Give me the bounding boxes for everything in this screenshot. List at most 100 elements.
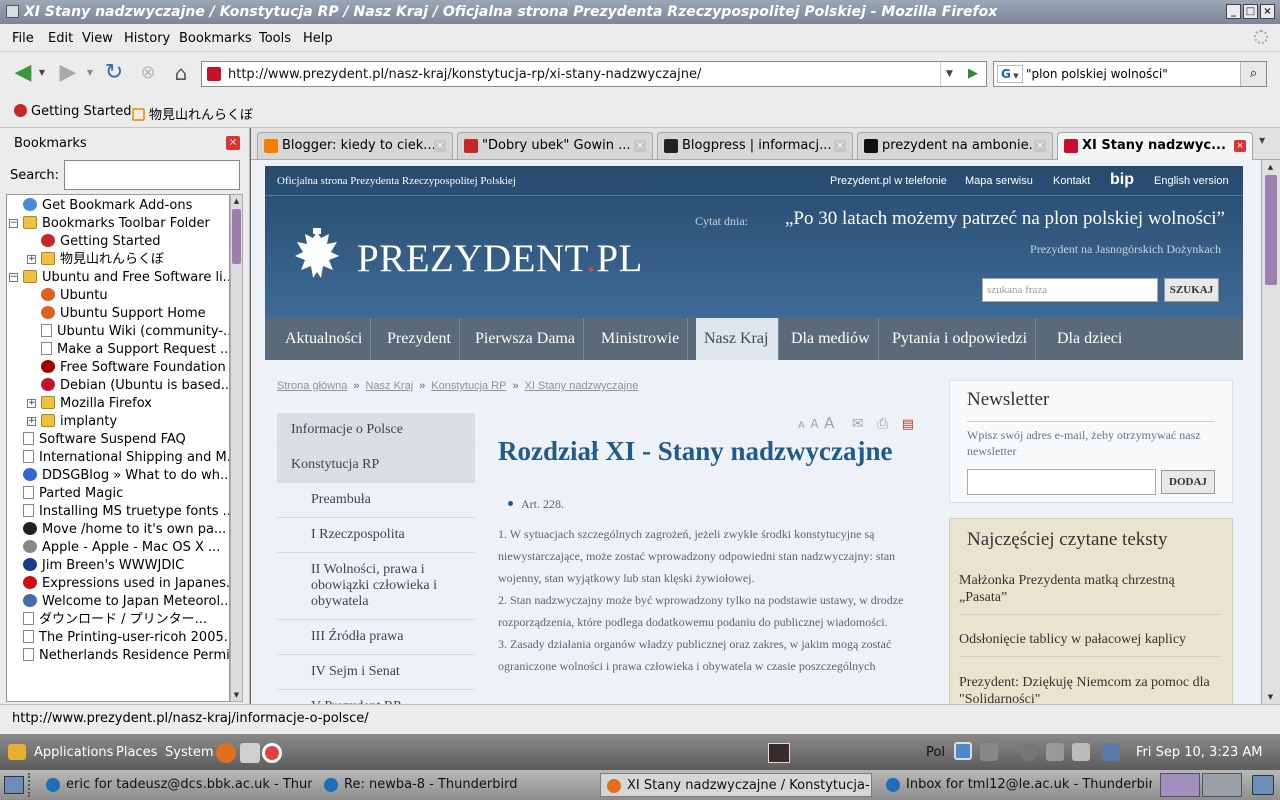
nav-aktualnosci[interactable]: Aktualności bbox=[265, 318, 372, 360]
show-desktop-icon[interactable] bbox=[4, 776, 24, 794]
bookmark-tree-item[interactable]: Move /home to it's own pa... bbox=[23, 521, 226, 539]
bookmark-tree-item[interactable]: Free Software Foundation bbox=[41, 359, 226, 377]
link-contact[interactable]: Kontakt bbox=[1053, 175, 1090, 187]
maximize-icon[interactable]: □ bbox=[1243, 4, 1258, 19]
bookmark-tree-item[interactable]: Get Bookmark Add-ons bbox=[23, 197, 192, 215]
printer-tray-icon[interactable] bbox=[1046, 743, 1064, 761]
screenshot-applet-icon[interactable] bbox=[768, 743, 790, 763]
tab-close-icon[interactable]: × bbox=[634, 140, 646, 152]
keyboard-layout[interactable]: Pol bbox=[926, 745, 945, 760]
task-firefox[interactable]: XI Stany nadzwyczajne / Konstytucja- bbox=[600, 773, 872, 797]
clock[interactable]: Fri Sep 10, 3:23 AM bbox=[1136, 745, 1263, 760]
menu-bookmarks[interactable]: Bookmarks bbox=[179, 31, 252, 46]
print-icon[interactable]: ⎙ bbox=[877, 416, 888, 432]
link-mobile[interactable]: Prezydent.pl w telefonie bbox=[830, 175, 947, 187]
site-search-button[interactable]: SZUKAJ bbox=[1164, 278, 1219, 302]
bookmark-tree-item[interactable]: The Printing-user-ricoh 2005... bbox=[23, 629, 229, 647]
back-button[interactable]: ◀ bbox=[10, 60, 36, 86]
bookmark-tree-item[interactable]: Ubuntu and Free Software li... bbox=[23, 269, 229, 287]
bookmark-tree-item[interactable]: Expressions used in Japanes... bbox=[23, 575, 229, 593]
menu-places[interactable]: Places bbox=[116, 745, 157, 760]
bookmark-getting-started[interactable]: Getting Started bbox=[14, 104, 132, 119]
scroll-down-icon[interactable]: ▼ bbox=[1266, 692, 1275, 702]
menu-tools[interactable]: Tools bbox=[259, 31, 291, 46]
scroll-down-icon[interactable]: ▼ bbox=[232, 690, 241, 700]
stop-button[interactable]: ⊗ bbox=[135, 60, 161, 86]
bookmark-tree-item[interactable]: Software Suspend FAQ bbox=[23, 431, 186, 449]
section-nav-konstytucja[interactable]: Konstytucja RP bbox=[277, 448, 475, 483]
task-thunderbird-newba[interactable]: Re: newba-8 - Thunderbird bbox=[318, 773, 590, 797]
breadcrumb-konstytucja[interactable]: Konstytucja RP bbox=[431, 380, 506, 392]
tab-list-chevron-icon[interactable]: ▼ bbox=[1259, 136, 1265, 145]
section-nav-preambula[interactable]: Preambuła bbox=[277, 483, 475, 518]
url-history-chevron-icon[interactable]: ▼ bbox=[940, 62, 958, 86]
link-english[interactable]: English version bbox=[1154, 175, 1229, 187]
bookmark-tree-item[interactable]: International Shipping and M... bbox=[23, 449, 229, 467]
search-engine-selector[interactable]: G ▼ bbox=[997, 65, 1023, 83]
home-button[interactable]: ⌂ bbox=[168, 60, 194, 86]
page-scrollbar[interactable]: ▲ ▼ bbox=[1261, 160, 1280, 704]
scroll-up-icon[interactable]: ▲ bbox=[232, 196, 241, 206]
breadcrumb-current[interactable]: XI Stany nadzwyczajne bbox=[525, 380, 639, 392]
tab-close-icon[interactable]: × bbox=[434, 140, 446, 152]
bookmark-tree-item[interactable]: Ubuntu Wiki (community-... bbox=[41, 323, 229, 341]
volume-icon[interactable] bbox=[980, 743, 998, 761]
bookmark-tree-item[interactable]: Getting Started bbox=[41, 233, 161, 251]
task-thunderbird-inbox[interactable]: Inbox for tml12@le.ac.uk - Thunderbird bbox=[880, 773, 1152, 797]
firefox-launcher-icon[interactable] bbox=[216, 743, 236, 763]
popular-item[interactable]: Odsłonięcie tablicy w pałacowej kaplicy bbox=[959, 631, 1221, 657]
link-sitemap[interactable]: Mapa serwisu bbox=[965, 175, 1033, 187]
sidebar-scroll-thumb[interactable] bbox=[232, 209, 241, 264]
nav-dla-mediow[interactable]: Dla mediów bbox=[783, 318, 879, 360]
window-menu-icon[interactable] bbox=[6, 5, 19, 18]
bookmark-tree-item[interactable]: ダウンロード / プリンター... bbox=[23, 611, 207, 629]
tab-dobry-ubek[interactable]: "Dobry ubek" Gowin ... × bbox=[457, 132, 653, 159]
nav-ministrowie[interactable]: Ministrowie bbox=[593, 318, 689, 360]
tab-close-icon[interactable]: × bbox=[1234, 140, 1246, 152]
menu-file[interactable]: File bbox=[12, 31, 34, 46]
bookmark-folder-monomi[interactable]: 物見山れんらくぼ bbox=[132, 104, 253, 123]
reload-button[interactable]: ↻ bbox=[101, 60, 127, 86]
url-bar[interactable]: http://www.prezydent.pl/nasz-kraj/konsty… bbox=[201, 61, 987, 87]
popular-item[interactable]: Prezydent: Dziękuję Niemcom za pomoc dla… bbox=[959, 674, 1221, 704]
bip-logo[interactable]: bip bbox=[1110, 171, 1134, 189]
collapse-icon[interactable]: − bbox=[9, 273, 18, 282]
font-size-medium-button[interactable]: A bbox=[810, 417, 818, 431]
trash-icon[interactable] bbox=[1252, 775, 1274, 795]
font-size-large-button[interactable]: A bbox=[824, 414, 834, 432]
bookmark-tree-item[interactable]: Ubuntu bbox=[41, 287, 108, 305]
tab-prezydent-ambonie[interactable]: prezydent na ambonie... × bbox=[857, 132, 1053, 159]
search-icon[interactable]: ⌕ bbox=[1240, 62, 1266, 86]
sidebar-scrollbar[interactable]: ▲ ▼ bbox=[230, 194, 243, 702]
nav-pytania[interactable]: Pytania i odpowiedzi bbox=[884, 318, 1037, 360]
tab-xi-stany[interactable]: XI Stany nadzwyc... × bbox=[1057, 132, 1253, 160]
bookmark-tree-item[interactable]: DDSGBlog » What to do wh... bbox=[23, 467, 229, 485]
printer-queue-icon[interactable] bbox=[1072, 743, 1090, 761]
site-logo[interactable]: PREZYDENT.PL bbox=[357, 236, 643, 281]
bookmark-tree-item[interactable]: implanty bbox=[41, 413, 117, 431]
menu-help[interactable]: Help bbox=[303, 31, 333, 46]
expand-icon[interactable]: + bbox=[27, 417, 36, 426]
breadcrumb-nasz-kraj[interactable]: Nasz Kraj bbox=[365, 380, 413, 392]
menu-view[interactable]: View bbox=[82, 31, 113, 46]
search-tray-icon[interactable] bbox=[1020, 743, 1038, 761]
tab-blogpress[interactable]: Blogpress | informacj... × bbox=[657, 132, 853, 159]
bookmark-tree-item[interactable]: Jim Breen's WWWJDIC bbox=[23, 557, 184, 575]
workspace-1[interactable] bbox=[1160, 773, 1200, 797]
menu-edit[interactable]: Edit bbox=[48, 31, 73, 46]
bookmark-tree-item[interactable]: Mozilla Firefox bbox=[41, 395, 152, 413]
section-nav-rozdzial-1[interactable]: I Rzeczpospolita bbox=[277, 518, 475, 553]
close-icon[interactable]: × bbox=[1260, 4, 1275, 19]
newsletter-subscribe-button[interactable]: DODAJ bbox=[1161, 470, 1215, 494]
expand-icon[interactable]: + bbox=[27, 399, 36, 408]
network-manager-icon[interactable] bbox=[954, 742, 972, 760]
forward-history-chevron-icon[interactable]: ▼ bbox=[84, 60, 96, 86]
display-icon[interactable] bbox=[1102, 743, 1120, 761]
menu-history[interactable]: History bbox=[124, 31, 170, 46]
web-search-box[interactable]: G ▼ "plon polskiej wolności" ⌕ bbox=[993, 61, 1267, 87]
section-nav-rozdzial-5[interactable]: V Prezydent RP bbox=[277, 690, 475, 704]
popular-item[interactable]: Małżonka Prezydenta matką chrzestną „Pas… bbox=[959, 572, 1221, 615]
collapse-icon[interactable]: − bbox=[9, 219, 18, 228]
font-size-small-button[interactable]: A bbox=[798, 420, 805, 431]
back-history-chevron-icon[interactable]: ▼ bbox=[36, 60, 48, 86]
